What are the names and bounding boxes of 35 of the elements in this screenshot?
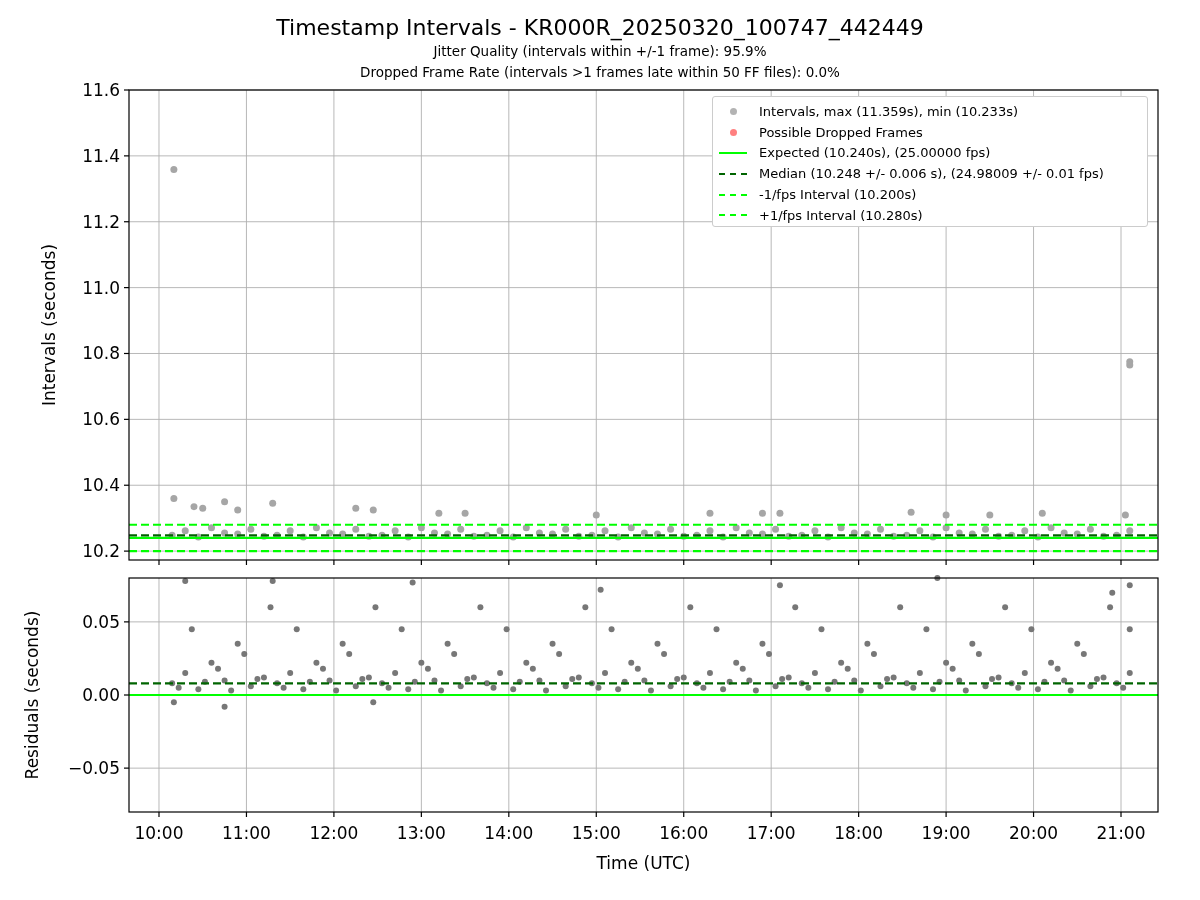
tick-label: 16:00 — [659, 823, 709, 843]
tick-label: 11.2 — [82, 211, 120, 232]
legend-label: Possible Dropped Frames — [759, 124, 923, 140]
legend-label: Median (10.248 +/- 0.006 s), (24.98009 +/- 0.01 fps) — [759, 166, 1104, 182]
legend-label: Expected (10.240s), (25.00000 fps) — [759, 145, 991, 161]
axis-label: Intervals (seconds) — [39, 243, 59, 407]
tick-label: 11.6 — [82, 80, 120, 100]
chart-subtitle: Dropped Frame Rate (intervals >1 frames late within 50 FF files): 0.0% — [360, 63, 840, 82]
tick-label: 15:00 — [571, 823, 621, 843]
tick-label: 14:00 — [484, 823, 534, 843]
tick-label: 0.05 — [82, 611, 120, 632]
chart-subtitle: Jitter Quality (intervals within +/-1 frame): 95.9% — [433, 42, 767, 61]
tick-label: 10.2 — [82, 541, 120, 562]
legend-label: Intervals, max (11.359s), min (10.233s) — [759, 103, 1018, 119]
tick-label: 18:00 — [834, 823, 884, 843]
tick-label: 19:00 — [921, 823, 971, 843]
tick-label: 0.00 — [82, 685, 120, 705]
tick-label: 17:00 — [746, 823, 796, 843]
legend-label: -1/fps Interval (10.200s) — [759, 187, 917, 203]
tick-label: 13:00 — [396, 823, 446, 843]
tick-label: 10.6 — [82, 409, 120, 430]
tick-label: −0.05 — [67, 758, 120, 779]
axis-label: Residuals (seconds) — [22, 610, 42, 780]
tick-label: 12:00 — [309, 823, 359, 843]
tick-label: 10.4 — [82, 475, 120, 496]
tick-label: 10:00 — [134, 823, 184, 843]
axis-label: Time (UTC) — [596, 853, 691, 873]
tick-label: 11:00 — [221, 823, 271, 843]
tick-label: 11.4 — [82, 145, 120, 166]
chart-title: Timestamp Intervals - KR000R_20250320_100747_442449 — [276, 15, 924, 41]
legend-label: +1/fps Interval (10.280s) — [759, 207, 923, 223]
tick-label: 11.0 — [82, 277, 120, 298]
tick-label: 20:00 — [1009, 823, 1059, 843]
tick-label: 21:00 — [1096, 823, 1146, 843]
tick-label: 10.8 — [82, 343, 120, 364]
